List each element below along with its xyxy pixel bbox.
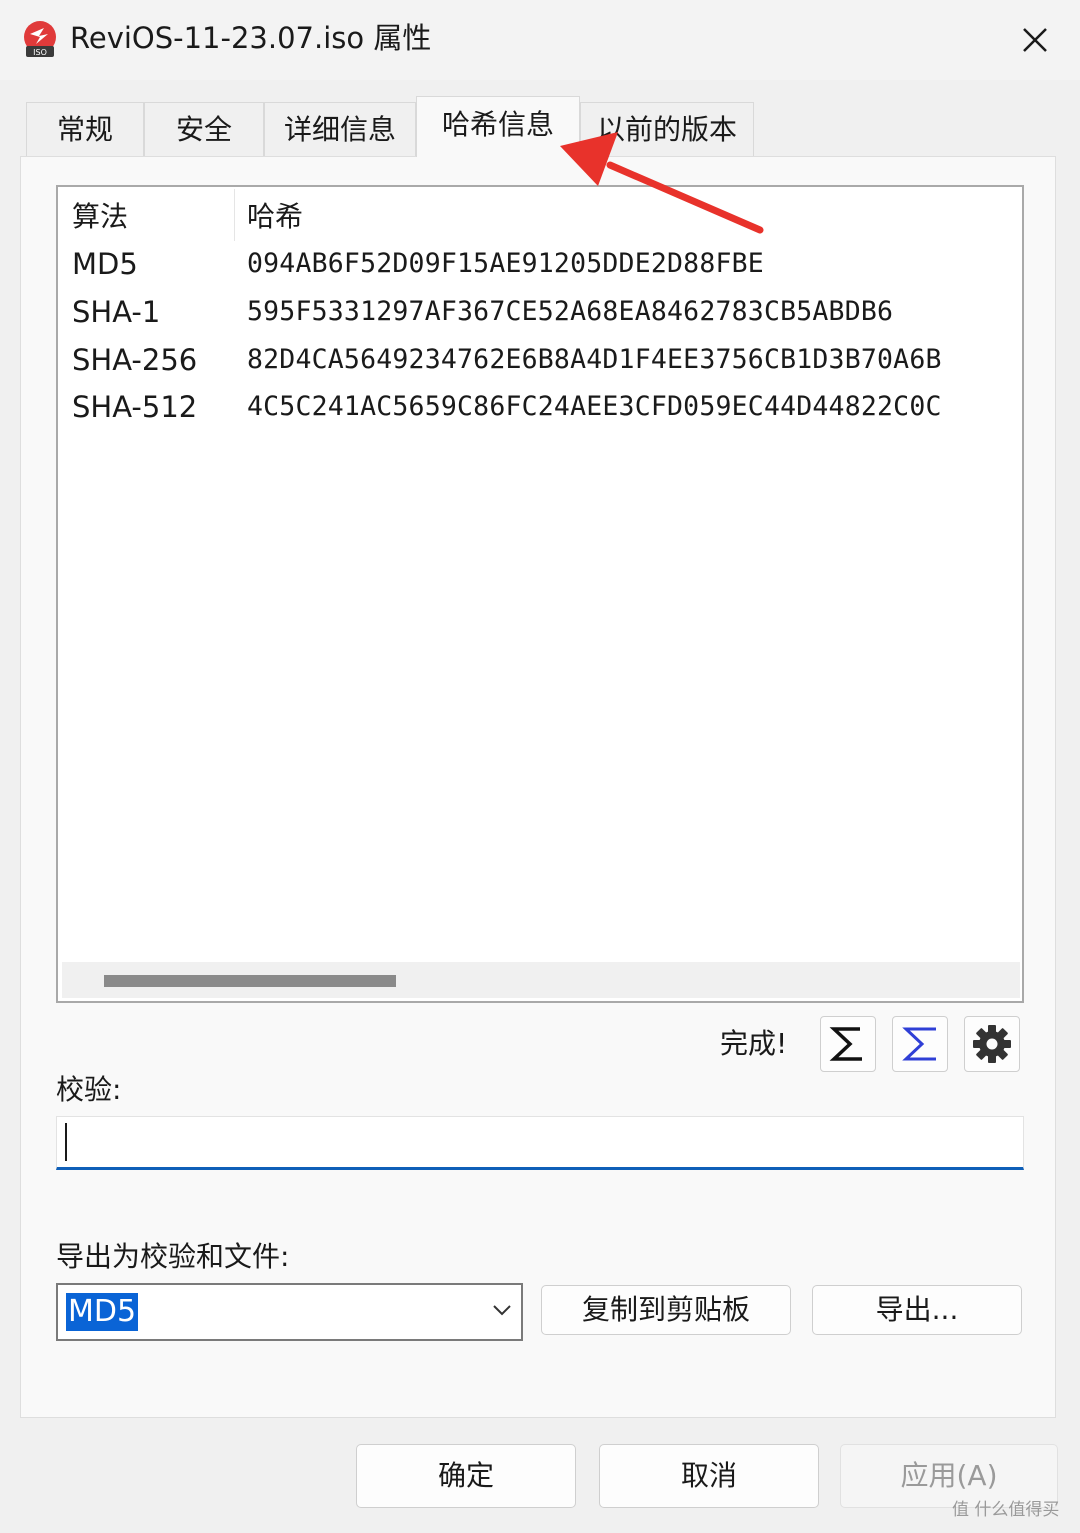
settings-button[interactable] [964, 1016, 1020, 1072]
hash-cell: 595F5331297AF367CE52A68EA8462783CB5ABDB6 [247, 296, 894, 327]
title-bar[interactable]: ISO ReviOS-11-23.07.iso 属性 [0, 0, 1080, 80]
tab-hash-info[interactable]: 哈希信息 [416, 96, 580, 157]
export-label: 导出为校验和文件: [56, 1240, 290, 1273]
hash-cell: 4C5C241AC5659C86FC24AEE3CFD059EC44D44822… [247, 391, 942, 422]
tab-previous-versions[interactable]: 以前的版本 [580, 102, 754, 156]
scrollbar-thumb[interactable] [104, 975, 396, 987]
close-button[interactable] [1010, 18, 1060, 62]
window-title: ReviOS-11-23.07.iso 属性 [70, 21, 432, 55]
iso-file-icon: ISO [24, 21, 56, 57]
table-row[interactable]: SHA-256 82D4CA5649234762E6B8A4D1F4EE3756… [58, 337, 1022, 383]
table-row[interactable]: MD5 094AB6F52D09F15AE91205DDE2D88FBE [58, 241, 1022, 287]
cancel-button[interactable]: 取消 [599, 1444, 819, 1508]
column-header-algorithm[interactable]: 算法 [72, 187, 128, 243]
tab-details[interactable]: 详细信息 [264, 102, 416, 156]
compare-button[interactable] [892, 1016, 948, 1072]
tab-general[interactable]: 常规 [26, 102, 144, 156]
algorithm-cell: MD5 [72, 247, 138, 281]
column-separator[interactable] [234, 189, 235, 241]
algorithm-select[interactable]: MD5 [56, 1283, 523, 1341]
calculate-button[interactable] [820, 1016, 876, 1072]
sigma-icon [829, 1027, 862, 1061]
table-row[interactable]: SHA-1 595F5331297AF367CE52A68EA8462783CB… [58, 289, 1022, 335]
algorithm-cell: SHA-1 [72, 295, 161, 329]
algorithm-cell: SHA-512 [72, 390, 198, 424]
svg-text:ISO: ISO [33, 48, 47, 57]
copy-to-clipboard-button[interactable]: 复制到剪贴板 [541, 1285, 791, 1335]
status-text: 完成! [720, 1027, 788, 1060]
ok-button[interactable]: 确定 [356, 1444, 576, 1508]
watermark: 值 什么值得买 [952, 1500, 1060, 1520]
table-row[interactable]: SHA-512 4C5C241AC5659C86FC24AEE3CFD059EC… [58, 384, 1022, 430]
sigma-compare-icon [902, 1027, 936, 1061]
tab-security[interactable]: 安全 [144, 102, 264, 156]
properties-window: ISO ReviOS-11-23.07.iso 属性 常规 安全 详细信息 哈希… [0, 0, 1080, 1533]
text-caret [65, 1123, 67, 1161]
column-header-hash[interactable]: 哈希 [247, 187, 303, 243]
algorithm-cell: SHA-256 [72, 343, 198, 377]
close-icon [1023, 28, 1047, 52]
selected-algorithm: MD5 [66, 1293, 139, 1331]
verify-input[interactable] [56, 1116, 1024, 1170]
hash-cell: 82D4CA5649234762E6B8A4D1F4EE3756CB1D3B70… [247, 344, 942, 375]
horizontal-scrollbar[interactable] [62, 962, 1020, 998]
export-button[interactable]: 导出... [812, 1285, 1022, 1335]
gear-icon [973, 1025, 1011, 1063]
hash-cell: 094AB6F52D09F15AE91205DDE2D88FBE [247, 248, 764, 279]
verify-label: 校验: [56, 1073, 122, 1106]
hash-list[interactable]: 算法 哈希 MD5 094AB6F52D09F15AE91205DDE2D88F… [56, 185, 1024, 1003]
chevron-down-icon [493, 1305, 511, 1316]
